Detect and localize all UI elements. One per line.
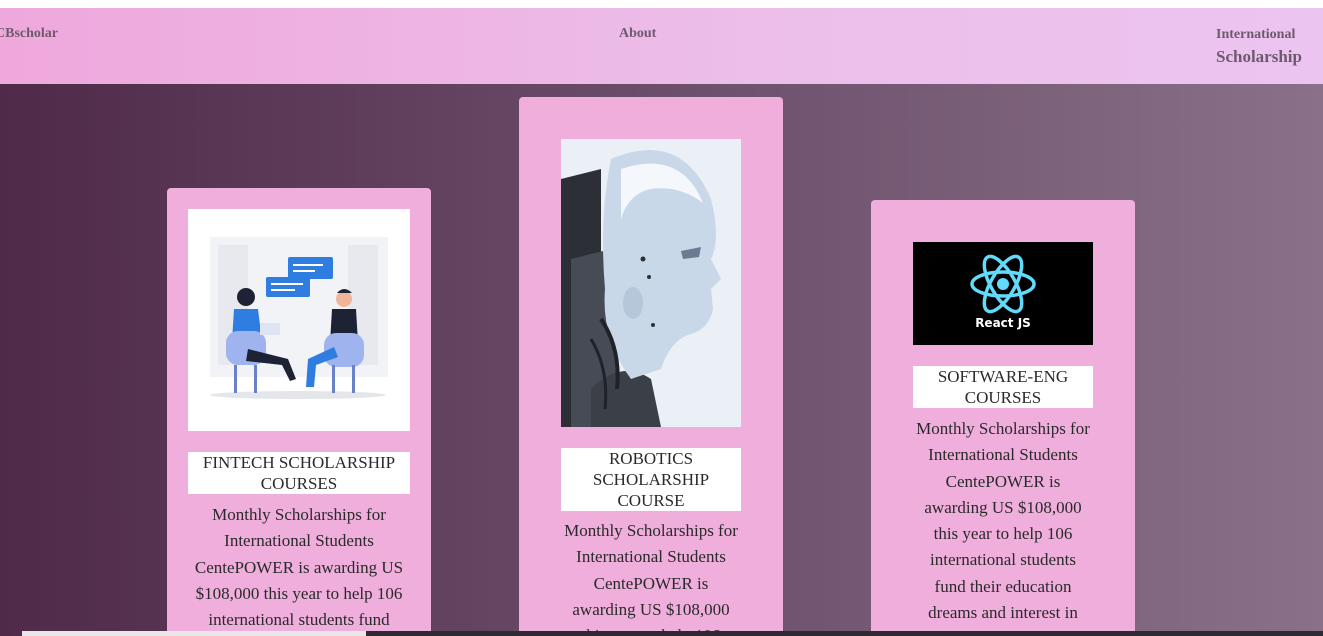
card-description: Monthly Scholarships for International S… [916,419,1090,623]
card-title: SOFTWARE-ENG COURSES [913,366,1093,408]
robot-head-image [561,139,741,427]
card-description: Monthly Scholarships for International S… [194,505,404,630]
scholarship-card-robotics[interactable]: ROBOTICS SCHOLARSHIP COURSE Monthly Scho… [519,97,783,636]
nav-international-line2: Scholarship [1216,47,1302,66]
nav-international-scholarship-link[interactable]: International Scholarship [1216,26,1302,66]
scholarship-card-software-eng[interactable]: React JS SOFTWARE-ENG COURSES Monthly Sc… [871,200,1135,636]
navbar: CBscholar About International Scholarshi… [0,8,1323,84]
scrollbar-thumb[interactable] [22,631,366,636]
react-js-logo-image: React JS [913,242,1093,345]
scholarship-card-fintech[interactable]: FINTECH SCHOLARSHIP COURSES Monthly Scho… [167,188,431,636]
meeting-illustration-image [188,209,410,431]
react-js-label: React JS [975,316,1031,330]
nav-about-link[interactable]: About [619,26,656,42]
card-description: Monthly Scholarships for International S… [564,521,738,636]
horizontal-scrollbar[interactable] [22,631,1323,636]
card-title: FINTECH SCHOLARSHIP COURSES [188,452,410,494]
card-title: ROBOTICS SCHOLARSHIP COURSE [561,448,741,511]
hero-section: FINTECH SCHOLARSHIP COURSES Monthly Scho… [0,84,1323,636]
brand-logo-link[interactable]: CBscholar [0,26,58,42]
nav-international-line1: International [1216,27,1296,42]
